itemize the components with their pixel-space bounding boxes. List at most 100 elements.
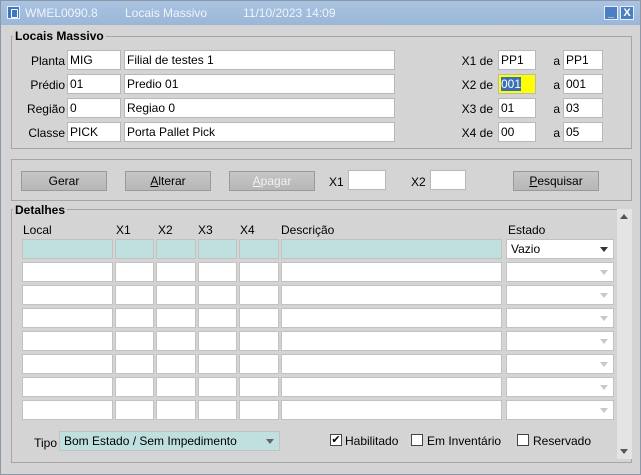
cell-x4[interactable] — [239, 308, 279, 328]
detalhes-scrollbar[interactable] — [617, 209, 632, 459]
gerar-button[interactable]: Gerar — [21, 171, 107, 191]
cell-x1[interactable] — [115, 308, 154, 328]
cell-descricao[interactable] — [281, 308, 502, 328]
filter-x1-field[interactable] — [348, 170, 386, 190]
cell-x1[interactable] — [115, 331, 154, 351]
regiao-desc-field[interactable]: Regiao 0 — [124, 98, 395, 118]
cell-local[interactable] — [22, 377, 113, 397]
reservado-checkbox[interactable] — [517, 434, 529, 446]
cell-x4[interactable] — [239, 239, 279, 259]
x3-from-field[interactable]: 01 — [498, 98, 536, 118]
cell-local[interactable] — [22, 400, 113, 420]
x3-to-field[interactable]: 03 — [563, 98, 603, 118]
x1-from-field[interactable]: PP1 — [498, 50, 536, 70]
cell-local[interactable] — [22, 308, 113, 328]
planta-code-field[interactable]: MIG — [67, 50, 121, 70]
cell-x3[interactable] — [198, 331, 237, 351]
estado-select[interactable] — [506, 262, 614, 282]
x4-to-field[interactable]: 05 — [563, 122, 603, 142]
chevron-down-icon — [600, 362, 608, 367]
cell-x2[interactable] — [156, 239, 196, 259]
minimize-button[interactable]: _ — [604, 6, 618, 20]
cell-local[interactable] — [22, 331, 113, 351]
cell-x1[interactable] — [115, 377, 154, 397]
cell-x1[interactable] — [115, 239, 154, 259]
chevron-down-icon — [600, 408, 608, 413]
x1-to-field[interactable]: PP1 — [563, 50, 603, 70]
x2-to-field[interactable]: 001 — [563, 74, 603, 94]
habilitado-checkbox[interactable]: ✔ — [330, 434, 342, 446]
planta-desc-field[interactable]: Filial de testes 1 — [124, 50, 395, 70]
tipo-value: Bom Estado / Sem Impedimento — [64, 434, 237, 448]
classe-desc-field[interactable]: Porta Pallet Pick — [124, 122, 395, 142]
cell-x1[interactable] — [115, 285, 154, 305]
cell-x4[interactable] — [239, 400, 279, 420]
cell-x2[interactable] — [156, 285, 196, 305]
chevron-down-icon — [600, 316, 608, 321]
alterar-button[interactable]: Alterar — [125, 171, 211, 191]
cell-descricao[interactable] — [281, 331, 502, 351]
estado-select[interactable] — [506, 308, 614, 328]
cell-descricao[interactable] — [281, 285, 502, 305]
regiao-code-field[interactable]: 0 — [67, 98, 121, 118]
filter-x2-label: X2 — [411, 175, 426, 189]
cell-descricao[interactable] — [281, 377, 502, 397]
cell-x2[interactable] — [156, 354, 196, 374]
estado-select[interactable] — [506, 285, 614, 305]
cell-x4[interactable] — [239, 331, 279, 351]
cell-x3[interactable] — [198, 262, 237, 282]
cell-x2[interactable] — [156, 331, 196, 351]
cell-descricao[interactable] — [281, 400, 502, 420]
x1-to-label: a — [553, 54, 560, 68]
chevron-down-icon — [600, 339, 608, 344]
cell-x4[interactable] — [239, 262, 279, 282]
estado-select[interactable]: Vazio — [506, 239, 614, 259]
cell-x1[interactable] — [115, 262, 154, 282]
cell-x3[interactable] — [198, 377, 237, 397]
tipo-select[interactable]: Bom Estado / Sem Impedimento — [59, 431, 280, 451]
em-inventario-checkbox[interactable] — [411, 434, 423, 446]
col-header-descricao: Descrição — [281, 223, 335, 237]
cell-x3[interactable] — [198, 400, 237, 420]
cell-x1[interactable] — [115, 354, 154, 374]
x4-from-field[interactable]: 00 — [498, 122, 536, 142]
filter-x2-field[interactable] — [430, 170, 466, 190]
cell-x4[interactable] — [239, 285, 279, 305]
cell-x2[interactable] — [156, 262, 196, 282]
cell-descricao[interactable] — [281, 239, 502, 259]
cell-x2[interactable] — [156, 400, 196, 420]
cell-x3[interactable] — [198, 354, 237, 374]
pesquisar-button[interactable]: Pesquisar — [513, 171, 599, 191]
cell-descricao[interactable] — [281, 262, 502, 282]
cell-local[interactable] — [22, 285, 113, 305]
x2-from-label: X2 de — [461, 78, 493, 92]
scroll-down-icon[interactable] — [620, 449, 628, 454]
apagar-button: Apagar — [229, 171, 315, 191]
detalhes-frame-title: Detalhes — [13, 203, 68, 217]
cell-local[interactable] — [22, 239, 113, 259]
cell-x3[interactable] — [198, 285, 237, 305]
col-header-estado: Estado — [508, 223, 546, 237]
title-bar[interactable]: WMEL0090.8 Locais Massivo 11/10/2023 14:… — [1, 1, 640, 25]
estado-select[interactable] — [506, 377, 614, 397]
cell-x4[interactable] — [239, 354, 279, 374]
cell-x4[interactable] — [239, 377, 279, 397]
estado-select[interactable] — [506, 331, 614, 351]
cell-descricao[interactable] — [281, 354, 502, 374]
estado-select[interactable] — [506, 354, 614, 374]
x2-from-field[interactable]: 001 — [498, 74, 536, 94]
cell-local[interactable] — [22, 354, 113, 374]
scroll-up-icon[interactable] — [620, 214, 628, 219]
classe-label: Classe — [28, 126, 65, 140]
estado-select[interactable] — [506, 400, 614, 420]
cell-x3[interactable] — [198, 239, 237, 259]
classe-code-field[interactable]: PICK — [67, 122, 121, 142]
cell-local[interactable] — [22, 262, 113, 282]
cell-x3[interactable] — [198, 308, 237, 328]
predio-desc-field[interactable]: Predio 01 — [124, 74, 395, 94]
cell-x2[interactable] — [156, 308, 196, 328]
close-button[interactable]: X — [620, 6, 634, 20]
cell-x1[interactable] — [115, 400, 154, 420]
predio-code-field[interactable]: 01 — [67, 74, 121, 94]
cell-x2[interactable] — [156, 377, 196, 397]
